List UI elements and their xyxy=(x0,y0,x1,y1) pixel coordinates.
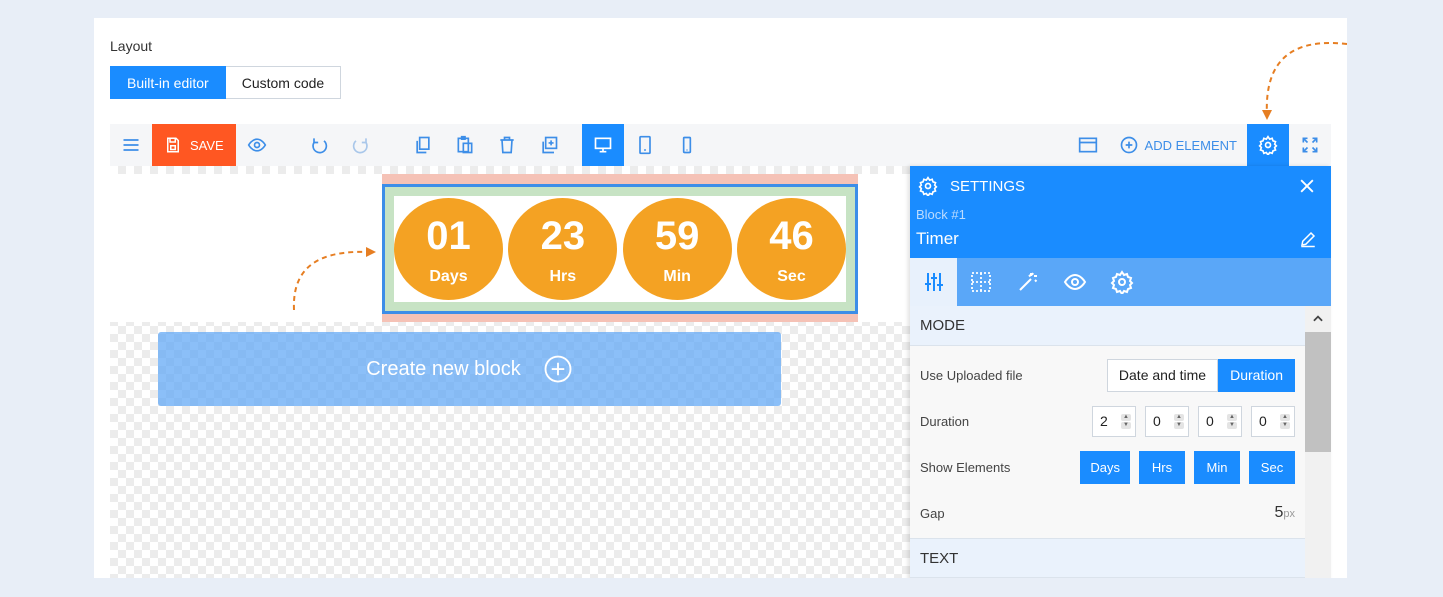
advanced-gear-icon[interactable] xyxy=(1098,258,1145,306)
show-sec-toggle[interactable]: Sec xyxy=(1249,450,1295,484)
settings-title: SETTINGS xyxy=(918,176,1025,196)
duration-steppers: 2 ▲ ▼ 0 ▲ ▼ 0 ▲ ▼ 0 ▲ ▼ xyxy=(1092,405,1295,437)
date-and-time-button[interactable]: Date and time xyxy=(1106,358,1219,392)
timer-days-value: 01 xyxy=(426,214,471,258)
add-element-icon xyxy=(1120,136,1137,154)
scrollbar-thumb[interactable] xyxy=(1305,332,1331,452)
duration-days-stepper[interactable]: 2 ▲ ▼ xyxy=(1092,405,1136,437)
editor-card: Layout Built-in editor Custom code SAVE xyxy=(94,18,1347,578)
timer-seconds: 46 Sec xyxy=(736,198,846,300)
tablet-icon[interactable] xyxy=(624,124,666,166)
close-icon[interactable] xyxy=(1297,176,1317,196)
built-in-editor-button[interactable]: Built-in editor xyxy=(110,66,226,99)
undo-icon[interactable] xyxy=(298,124,340,166)
duplicate-icon[interactable] xyxy=(528,124,570,166)
timer-minutes: 59 Min xyxy=(622,198,732,300)
timer-hours: 23 Hrs xyxy=(508,198,618,300)
add-element-label: ADD ELEMENT xyxy=(1144,137,1237,153)
grid-icon[interactable] xyxy=(957,258,1004,306)
show-elements-toggles: Days Hrs Min Sec xyxy=(1080,450,1295,484)
timer-seconds-label: Sec xyxy=(777,268,806,285)
timer-hours-value: 23 xyxy=(540,214,586,258)
duration-minutes-value: 0 xyxy=(1206,413,1214,429)
mode-switch: Date and time Duration xyxy=(1106,358,1295,392)
gap-label: Gap xyxy=(920,505,945,521)
trash-icon[interactable] xyxy=(486,124,528,166)
duration-seconds-value: 0 xyxy=(1259,413,1267,429)
hint-arrow-timer xyxy=(292,247,376,311)
settings-header: SETTINGS Block #1 Timer xyxy=(910,166,1331,258)
show-hrs-toggle[interactable]: Hrs xyxy=(1139,450,1185,484)
use-uploaded-row: Use Uploaded file Date and time Duration xyxy=(910,352,1305,398)
duration-button[interactable]: Duration xyxy=(1218,358,1295,392)
custom-code-button[interactable]: Custom code xyxy=(225,66,342,99)
preview-eye-icon[interactable] xyxy=(236,124,278,166)
visibility-eye-icon[interactable] xyxy=(1051,258,1098,306)
use-uploaded-label: Use Uploaded file xyxy=(920,367,1023,383)
timer-seconds-value: 46 xyxy=(769,214,814,258)
save-label: SAVE xyxy=(190,137,224,153)
fullscreen-icon[interactable] xyxy=(1289,124,1331,166)
gap-unit: px xyxy=(1283,508,1295,520)
gap-value-field[interactable]: 5px xyxy=(1274,504,1295,522)
duration-hours-stepper[interactable]: 0 ▲ ▼ xyxy=(1145,405,1189,437)
duration-days-value: 2 xyxy=(1100,413,1108,429)
timer-minutes-label: Min xyxy=(663,268,691,285)
timer-block[interactable]: 01 Days 23 Hrs 59 Min 46 Sec xyxy=(382,184,858,314)
editor-canvas[interactable]: 01 Days 23 Hrs 59 Min 46 Sec Create new … xyxy=(110,166,910,578)
text-section-header[interactable]: TEXT xyxy=(910,538,1305,578)
show-elements-label: Show Elements xyxy=(920,459,1011,475)
timer-hours-label: Hrs xyxy=(549,268,577,285)
settings-scrollbar[interactable] xyxy=(1305,306,1331,578)
settings-title-text: SETTINGS xyxy=(950,177,1026,195)
settings-panel: SETTINGS Block #1 Timer MODE Use Uploade… xyxy=(910,166,1331,578)
mode-section-header[interactable]: MODE xyxy=(910,306,1305,346)
create-new-block-button[interactable]: Create new block xyxy=(158,332,781,406)
show-min-toggle[interactable]: Min xyxy=(1194,450,1240,484)
duration-seconds-stepper[interactable]: 0 ▲ ▼ xyxy=(1251,405,1295,437)
gear-icon xyxy=(918,176,938,196)
save-icon xyxy=(167,137,179,153)
duration-row: Duration 2 ▲ ▼ 0 ▲ ▼ 0 ▲ ▼ 0 ▲ ▼ xyxy=(910,398,1305,444)
paste-icon[interactable] xyxy=(444,124,486,166)
layout-label: Layout xyxy=(110,38,153,54)
gap-row: Gap 5px xyxy=(910,490,1305,536)
block-number: Block #1 xyxy=(916,207,966,222)
save-button[interactable]: SAVE xyxy=(152,124,236,166)
duration-hours-value: 0 xyxy=(1153,413,1161,429)
desktop-icon[interactable] xyxy=(581,124,624,166)
show-days-toggle[interactable]: Days xyxy=(1080,450,1130,484)
plus-circle-icon xyxy=(544,355,572,383)
redo-icon[interactable] xyxy=(340,124,382,166)
magic-wand-icon[interactable] xyxy=(1004,258,1051,306)
show-elements-row: Show Elements Days Hrs Min Sec xyxy=(910,444,1305,490)
sliders-icon[interactable] xyxy=(910,258,957,306)
scroll-up-icon[interactable] xyxy=(1305,306,1331,332)
gear-icon[interactable] xyxy=(1247,124,1289,166)
layout-mode-switch: Built-in editor Custom code xyxy=(110,66,342,99)
window-icon[interactable] xyxy=(1067,124,1109,166)
create-new-block-label: Create new block xyxy=(366,357,521,380)
hint-arrow-settings xyxy=(1262,42,1347,120)
settings-body: MODE Use Uploaded file Date and time Dur… xyxy=(910,306,1305,578)
duration-label: Duration xyxy=(920,413,970,429)
timer-days-label: Days xyxy=(429,268,468,285)
menu-icon[interactable] xyxy=(110,124,152,166)
add-element-button[interactable]: ADD ELEMENT xyxy=(1109,124,1247,166)
block-name: Timer xyxy=(916,229,959,248)
timer-minutes-value: 59 xyxy=(654,214,700,258)
editor-toolbar: SAVE ADD ELEMENT xyxy=(110,124,1331,166)
duration-minutes-stepper[interactable]: 0 ▲ ▼ xyxy=(1198,405,1242,437)
copy-icon[interactable] xyxy=(402,124,444,166)
settings-tabs xyxy=(910,258,1331,306)
timer-days: 01 Days xyxy=(394,198,503,300)
timer-inner: 01 Days 23 Hrs 59 Min 46 Sec xyxy=(394,196,846,302)
mobile-icon[interactable] xyxy=(666,124,708,166)
pencil-icon[interactable] xyxy=(1299,230,1317,248)
